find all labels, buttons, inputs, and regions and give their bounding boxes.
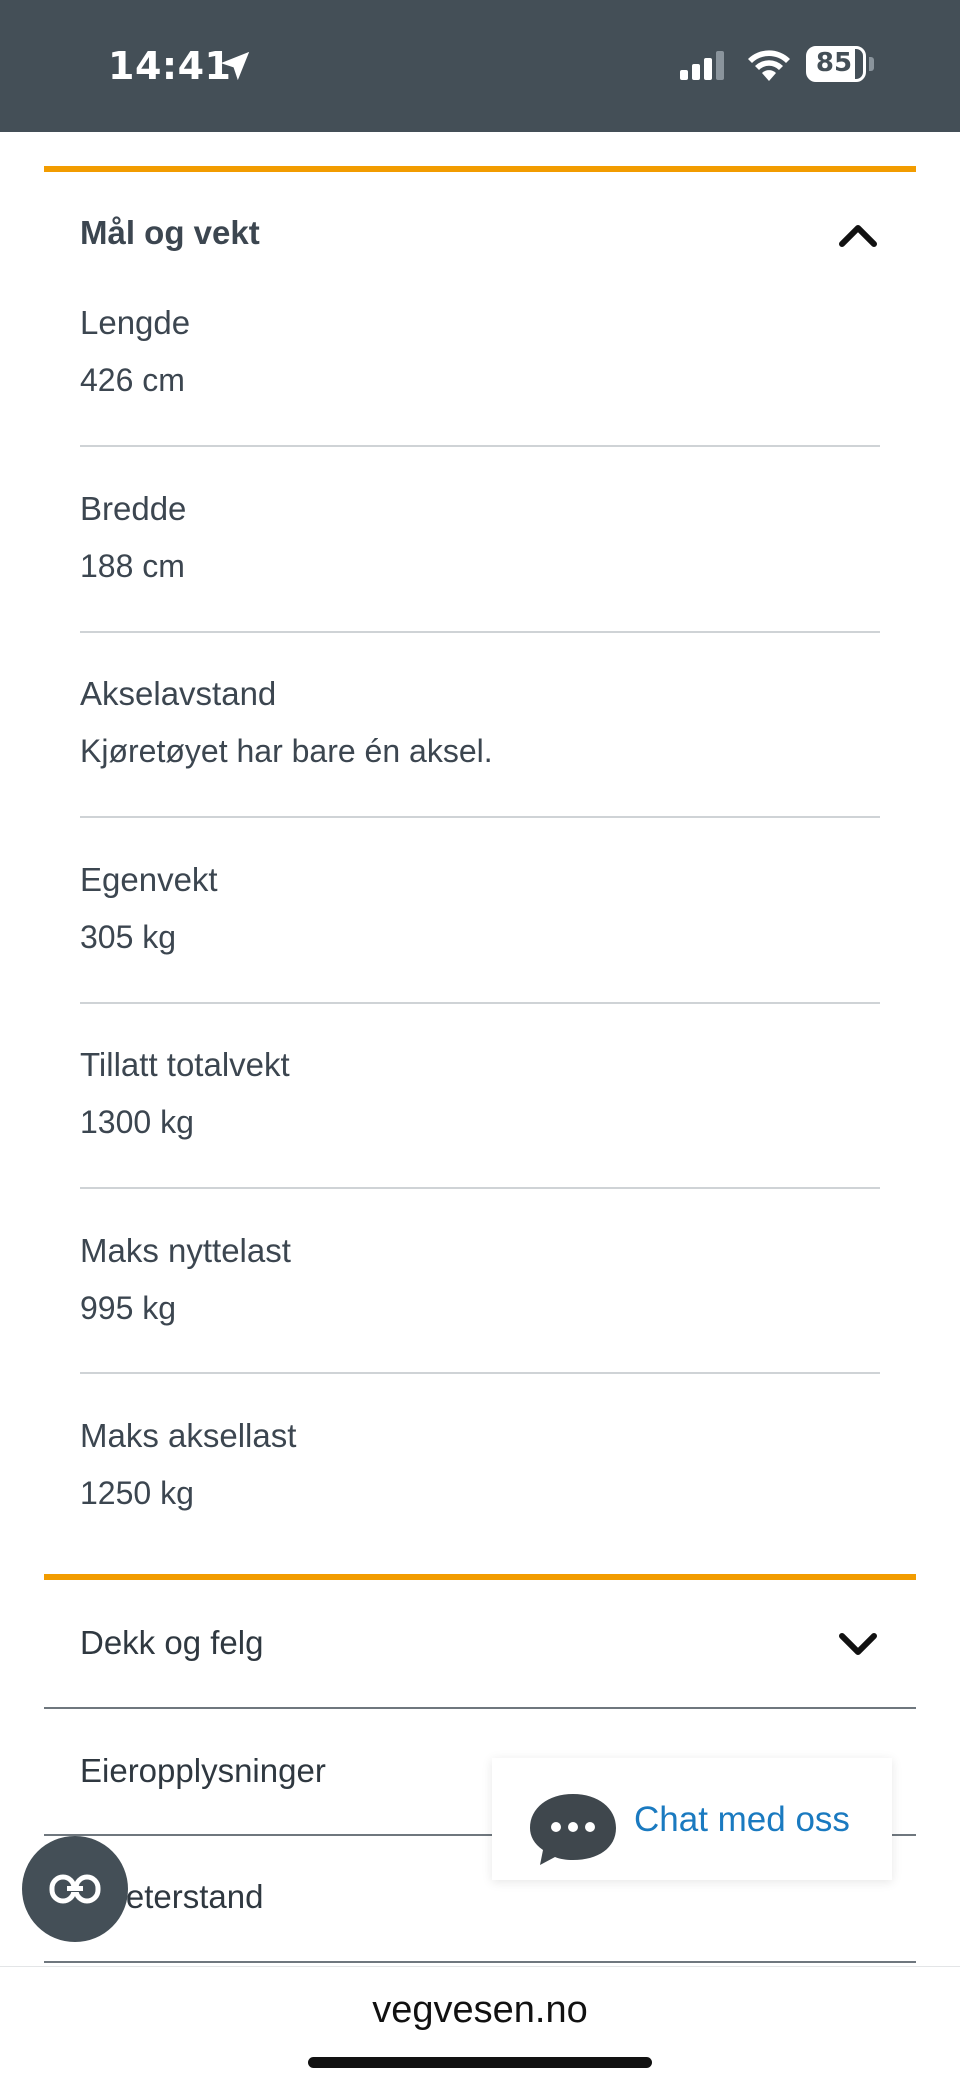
row-divider	[80, 1187, 880, 1189]
section-divider-accent	[44, 166, 916, 172]
chat-bubble-icon	[530, 1794, 616, 1865]
row-label: Akselavstand	[80, 675, 277, 712]
row-label: Lengde	[80, 304, 191, 341]
row-value: 305 kg	[80, 919, 177, 955]
row-value: 1300 kg	[80, 1104, 194, 1140]
row-label: Tillatt totalvekt	[80, 1046, 290, 1083]
chat-label[interactable]: Chat med oss	[634, 1800, 850, 1840]
row-divider	[80, 816, 880, 818]
row-label: Maks aksellast	[80, 1417, 297, 1454]
battery-level: 85	[815, 48, 853, 78]
row-label: Bredde	[80, 490, 187, 527]
status-time: 14:41	[108, 44, 232, 88]
section-divider-accent	[44, 1574, 916, 1580]
row-value: 1250 kg	[80, 1475, 194, 1511]
row-label: Egenvekt	[80, 861, 218, 898]
chat-widget[interactable]: Chat med oss	[492, 1758, 892, 1880]
row-label: Maks nyttelast	[80, 1232, 291, 1269]
section-divider	[44, 1961, 916, 1963]
signal-icon	[680, 51, 724, 80]
chevron-down-icon[interactable]	[836, 1628, 880, 1660]
location-arrow-icon	[220, 51, 250, 81]
row-value: 188 cm	[80, 548, 185, 584]
section-header-eieropplysninger[interactable]: Eieropplysninger	[80, 1752, 326, 1790]
section-divider	[44, 1707, 916, 1709]
reader-mode-button[interactable]	[22, 1836, 128, 1942]
row-divider	[80, 445, 880, 447]
wifi-icon	[748, 50, 790, 81]
row-divider	[80, 1372, 880, 1374]
browser-url-bar[interactable]: vegvesen.no	[0, 1966, 960, 2081]
section-title-maal-og-vekt[interactable]: Mål og vekt	[80, 214, 260, 252]
section-header-dekk-og-felg[interactable]: Dekk og felg	[80, 1624, 263, 1662]
home-indicator[interactable]	[308, 2057, 652, 2068]
row-value: 995 kg	[80, 1290, 177, 1326]
battery-icon: 85	[806, 46, 874, 82]
chevron-up-icon[interactable]	[836, 218, 880, 250]
row-divider	[80, 631, 880, 633]
row-value: Kjøretøyet har bare én aksel.	[80, 733, 493, 769]
row-divider	[80, 1002, 880, 1004]
status-bar: 14:41 85	[0, 0, 960, 132]
url-text[interactable]: vegvesen.no	[0, 1989, 960, 2032]
glasses-icon	[49, 1874, 101, 1904]
row-value: 426 cm	[80, 362, 185, 398]
